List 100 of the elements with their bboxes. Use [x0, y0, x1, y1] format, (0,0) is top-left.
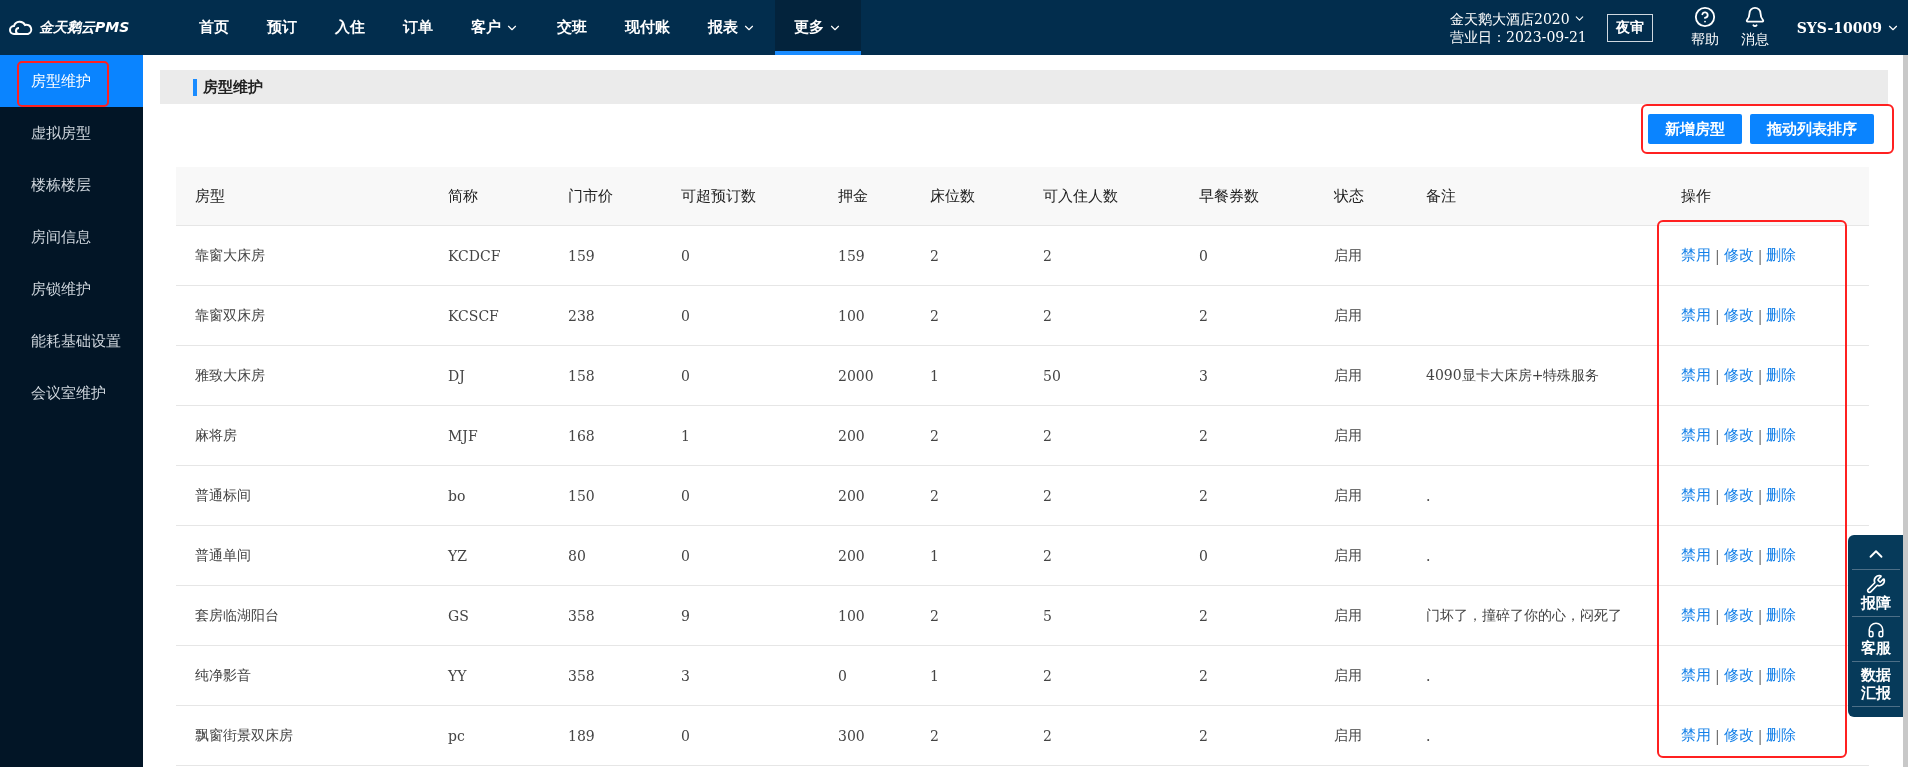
action-link[interactable]: 删除 — [1766, 426, 1797, 445]
separator: | — [1715, 607, 1720, 624]
sidebar-item[interactable]: 房锁维护 — [0, 263, 143, 315]
sidebar-item[interactable]: 虚拟房型 — [0, 107, 143, 159]
action-link[interactable]: 删除 — [1766, 546, 1797, 565]
action-link[interactable]: 修改 — [1723, 546, 1754, 565]
nav-tab[interactable]: 交班 — [538, 0, 606, 55]
nav-tab[interactable]: 首页 — [180, 0, 248, 55]
table-cell: 启用 — [1315, 586, 1407, 646]
action-link[interactable]: 禁用 — [1681, 426, 1711, 445]
action-link[interactable]: 禁用 — [1681, 486, 1711, 505]
action-link[interactable]: 禁用 — [1681, 306, 1711, 325]
table-cell: KCDCF — [429, 226, 549, 286]
toolbar-button[interactable]: 拖动列表排序 — [1750, 114, 1874, 144]
action-link[interactable]: 删除 — [1766, 486, 1797, 505]
action-link[interactable]: 删除 — [1766, 666, 1797, 685]
column-header: 简称 — [429, 167, 549, 226]
action-link[interactable]: 删除 — [1766, 366, 1797, 385]
wrench-icon — [1866, 574, 1886, 594]
action-link[interactable]: 禁用 — [1681, 726, 1711, 745]
column-header: 操作 — [1662, 167, 1869, 226]
column-header: 早餐券数 — [1180, 167, 1315, 226]
action-link[interactable]: 禁用 — [1681, 546, 1711, 565]
sidebar-item[interactable]: 楼栋楼层 — [0, 159, 143, 211]
table-cell: 2 — [1180, 586, 1315, 646]
action-link[interactable]: 修改 — [1723, 666, 1754, 685]
table-cell: 普通标间 — [176, 466, 429, 526]
table-cell: 2000 — [819, 346, 911, 406]
action-link[interactable]: 禁用 — [1681, 246, 1711, 265]
action-link[interactable]: 修改 — [1723, 606, 1754, 625]
nav-tab[interactable]: 现付账 — [606, 0, 689, 55]
tool-label[interactable]: 数据汇报 — [1861, 666, 1891, 702]
table-cell: 启用 — [1315, 706, 1407, 766]
table-cell: 2 — [1024, 226, 1180, 286]
table-cell: 启用 — [1315, 646, 1407, 706]
separator: | — [1757, 367, 1763, 384]
separator: | — [1757, 307, 1763, 324]
column-header: 备注 — [1407, 167, 1662, 226]
action-link[interactable]: 删除 — [1766, 246, 1797, 265]
table-cell: GS — [429, 586, 549, 646]
action-link[interactable]: 删除 — [1766, 726, 1797, 745]
table-cell: 启用 — [1315, 526, 1407, 586]
table-cell: 2 — [1024, 646, 1180, 706]
table-cell: 150 — [549, 466, 662, 526]
nav-tab[interactable]: 报表 — [689, 0, 775, 55]
table-cell: 0 — [1180, 526, 1315, 586]
user-menu[interactable]: SYS-10009 — [1796, 19, 1900, 36]
table-cell: 3 — [662, 646, 819, 706]
table-cell: 300 — [819, 706, 911, 766]
table-cell: 159 — [819, 226, 911, 286]
action-link[interactable]: 禁用 — [1681, 366, 1711, 385]
tool-label[interactable]: 报障 — [1861, 594, 1891, 612]
action-link[interactable]: 删除 — [1766, 306, 1797, 325]
nav-tab[interactable]: 客户 — [452, 0, 538, 55]
table-cell: 189 — [549, 706, 662, 766]
action-link[interactable]: 删除 — [1766, 606, 1797, 625]
action-link[interactable]: 修改 — [1723, 426, 1754, 445]
tool-label[interactable]: 客服 — [1861, 639, 1891, 657]
table-cell: 2 — [1180, 286, 1315, 346]
sidebar-item[interactable]: 能耗基础设置 — [0, 315, 143, 367]
table-cell: 3 — [1180, 346, 1315, 406]
table-cell: 麻将房 — [176, 406, 429, 466]
table-cell: 0 — [662, 466, 819, 526]
table-cell: 0 — [1180, 226, 1315, 286]
table-cell: 200 — [819, 526, 911, 586]
toolbar-button[interactable]: 新增房型 — [1648, 114, 1742, 144]
table-cell: . — [1407, 526, 1662, 586]
table-cell: 飘窗街景双床房 — [176, 706, 429, 766]
action-link[interactable]: 修改 — [1723, 366, 1754, 385]
action-link[interactable]: 修改 — [1723, 726, 1754, 745]
table-cell: 2 — [1180, 646, 1315, 706]
separator: | — [1715, 367, 1720, 384]
table-cell: 9 — [662, 586, 819, 646]
action-link[interactable]: 修改 — [1723, 246, 1754, 265]
nav-tab[interactable]: 预订 — [248, 0, 316, 55]
table-cell: 0 — [662, 526, 819, 586]
table-cell: 2 — [1024, 706, 1180, 766]
headphones-icon — [1867, 621, 1885, 639]
nav-tab[interactable]: 订单 — [384, 0, 452, 55]
sidebar-item[interactable]: 会议室维护 — [0, 367, 143, 419]
column-header: 状态 — [1315, 167, 1407, 226]
scrollbar[interactable] — [1903, 55, 1908, 767]
table-cell: DJ — [429, 346, 549, 406]
action-link[interactable]: 禁用 — [1681, 666, 1711, 685]
table-cell: 1 — [911, 646, 1024, 706]
action-link[interactable]: 禁用 — [1681, 606, 1711, 625]
action-link[interactable]: 修改 — [1723, 486, 1754, 505]
messages-button[interactable]: 消息 — [1736, 6, 1773, 49]
nav-tab[interactable]: 入住 — [316, 0, 384, 55]
table-cell: YY — [429, 646, 549, 706]
action-link[interactable]: 修改 — [1723, 306, 1754, 325]
sidebar-item[interactable]: 房型维护 — [0, 55, 143, 107]
night-audit-button[interactable]: 夜审 — [1606, 13, 1653, 42]
table-cell: 2 — [1180, 466, 1315, 526]
nav-tab[interactable]: 更多 — [775, 0, 861, 55]
help-button[interactable]: 帮助 — [1686, 6, 1723, 49]
hotel-selector[interactable]: 金天鹅大酒店2020 — [1450, 9, 1587, 28]
table-cell: 2 — [1024, 286, 1180, 346]
column-header: 可入住人数 — [1024, 167, 1180, 226]
sidebar-item[interactable]: 房间信息 — [0, 211, 143, 263]
